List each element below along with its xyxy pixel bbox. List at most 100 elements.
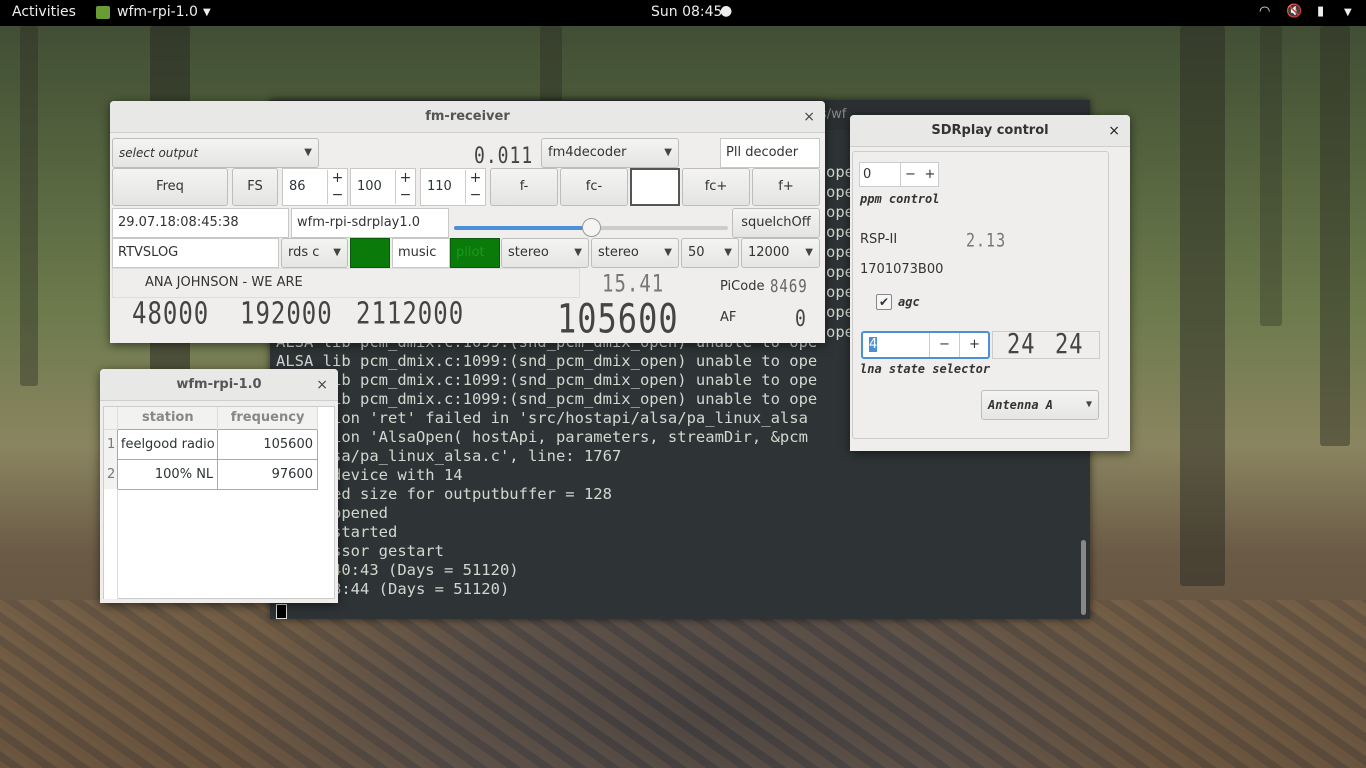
station-column-header[interactable]: station [117,407,219,429]
terminal-line: 8:44 (Days = 51120) [276,580,510,598]
spin-high-value: 110 [427,179,452,194]
window-title-text: SDRplay control [931,123,1049,138]
rate-lcd-1: 48000 [132,296,210,331]
window-title-text: fm-receiver [425,109,510,124]
spin-mid[interactable]: 100 + − [350,168,416,206]
chevron-down-icon: ▼ [724,247,732,258]
plus-icon[interactable]: + [395,170,415,187]
lcd-small-display: 0.011 [474,143,534,170]
rds-select[interactable]: rds c ▼ [281,238,348,268]
terminal-line: sion 'AlsaOpen( hostApi, parameters, str… [276,428,808,446]
squelch-button[interactable]: squelchOff [732,208,820,238]
rds-indicator [350,238,390,268]
terminal-line: lib pcm_dmix.c:1099:(snd_pcm_dmix_open) … [276,390,818,408]
frequency-lcd: 105600 [557,295,679,343]
lna-state-label: lna state selector [860,362,991,376]
top-bar: Activities wfm-rpi-1.0 ▼ Sun 08:45 ● ◠ 🔇… [0,0,1366,26]
music-label: music [392,238,450,268]
ppm-spinbox[interactable]: 0 − + [859,162,939,187]
frequency-cell[interactable]: 105600 [217,428,318,460]
frequency-cell[interactable]: 97600 [217,458,318,490]
spin-low-value: 86 [289,179,306,194]
plus-icon[interactable]: + [920,163,940,186]
plus-icon[interactable]: + [327,170,347,187]
device-name-display: wfm-rpi-sdrplay1.0 [291,208,449,238]
chevron-down-icon[interactable]: ▼ [203,7,211,18]
station-name-display: RTVSLOG [112,238,279,268]
minus-icon[interactable]: − [327,187,347,204]
stereo-select-2-label: stereo [598,245,639,260]
fc-minus-button[interactable]: fc- [560,168,628,206]
chevron-down-icon: ▼ [574,247,582,258]
fs-button[interactable]: FS [232,168,278,206]
frequency-column-header[interactable]: frequency [217,407,318,429]
minus-icon[interactable]: − [900,163,920,186]
plus-icon[interactable]: + [959,333,989,357]
battery-icon[interactable]: ▮ [1317,4,1324,19]
chevron-down-icon: ▼ [304,147,312,158]
plus-icon[interactable]: + [465,170,485,187]
rate-lcd-3: 2112000 [356,296,465,331]
terminal-line: lsa/pa_linux_alsa.c', line: 1767 [276,447,622,465]
slider-fill [454,226,591,230]
bandwidth-select[interactable]: 12000 ▼ [741,238,820,268]
slider-handle[interactable] [582,218,601,237]
version-lcd: 2.13 [966,229,1007,252]
output-select-label: select output [119,146,199,160]
stereo-select-2[interactable]: stereo ▼ [591,238,679,268]
terminal-line: ted size for outputbuffer = 128 [276,485,612,503]
table-row[interactable]: 2 100% NL 97600 [104,458,318,490]
spin-high[interactable]: 110 + − [420,168,486,206]
lna-value[interactable]: 4 [869,337,878,352]
sdrplay-control-window: SDRplay control × 0 − + ppm control RSP-… [850,115,1130,451]
deemphasis-select-label: 50 [688,245,705,260]
lna-spinbox[interactable]: 4 − + [861,331,990,359]
window-title-text: wfm-rpi-1.0 [176,377,262,392]
serial-label: 1701073B00 [860,262,944,277]
terminal-line: 40:43 (Days = 51120) [276,561,519,579]
antenna-select[interactable]: Antenna A ▼ [981,390,1099,420]
spin-low[interactable]: 86 + − [282,168,348,206]
deemphasis-select[interactable]: 50 ▼ [681,238,739,268]
chevron-down-icon: ▼ [333,247,341,258]
station-table-area[interactable]: station frequency 1 feelgood radio 10560… [103,406,335,599]
freq-button[interactable]: Freq [112,168,228,206]
station-table: station frequency 1 feelgood radio 10560… [104,407,318,490]
station-cell[interactable]: 100% NL [117,458,219,490]
volume-slider[interactable] [454,218,728,237]
minus-icon[interactable]: − [395,187,415,204]
chevron-down-icon[interactable]: ▼ [1344,7,1352,18]
decoder-select[interactable]: fm4decoder ▼ [541,138,679,168]
pll-decoder-label: Pll decoder [720,138,820,168]
f-minus-button[interactable]: f- [490,168,558,206]
model-label: RSP-II [860,232,898,247]
output-select[interactable]: select output ▼ [112,138,319,168]
terminal-line: ALSA lib pcm_dmix.c:1099:(snd_pcm_dmix_o… [276,352,818,370]
af-lcd: 0 [795,306,807,333]
activities-button[interactable]: Activities [12,4,76,20]
minus-icon[interactable]: − [929,333,959,357]
chevron-down-icon: ▼ [1085,399,1092,410]
terminal-line: started [331,523,398,541]
minus-icon[interactable]: − [465,187,485,204]
clock[interactable]: Sun 08:45 [651,4,722,20]
stereo-select-1[interactable]: stereo ▼ [501,238,589,268]
app-menu[interactable]: wfm-rpi-1.0 [117,4,198,20]
f-plus-button[interactable]: f+ [752,168,820,206]
close-icon[interactable]: × [316,369,328,401]
table-row[interactable]: 1 feelgood radio 105600 [104,428,318,460]
fc-plus-button[interactable]: fc+ [682,168,750,206]
fm-receiver-window: fm-receiver × select output ▼ 0.011 fm4de… [110,101,825,343]
close-icon[interactable]: × [803,101,815,133]
agc-checkbox[interactable]: ✔ [876,294,892,310]
close-icon[interactable]: × [1108,115,1120,147]
station-cell[interactable]: feelgood radio [117,428,219,460]
wifi-icon[interactable]: ◠ [1259,4,1270,19]
lna-lcd-2: 24 [1055,329,1084,361]
volume-muted-icon[interactable]: 🔇 [1286,4,1302,19]
af-label: AF [720,310,737,325]
rds-select-label: rds c [288,245,320,260]
notification-dot-icon: ● [720,3,733,19]
terminal-scrollbar[interactable] [1081,540,1086,615]
row-number: 1 [104,429,119,459]
